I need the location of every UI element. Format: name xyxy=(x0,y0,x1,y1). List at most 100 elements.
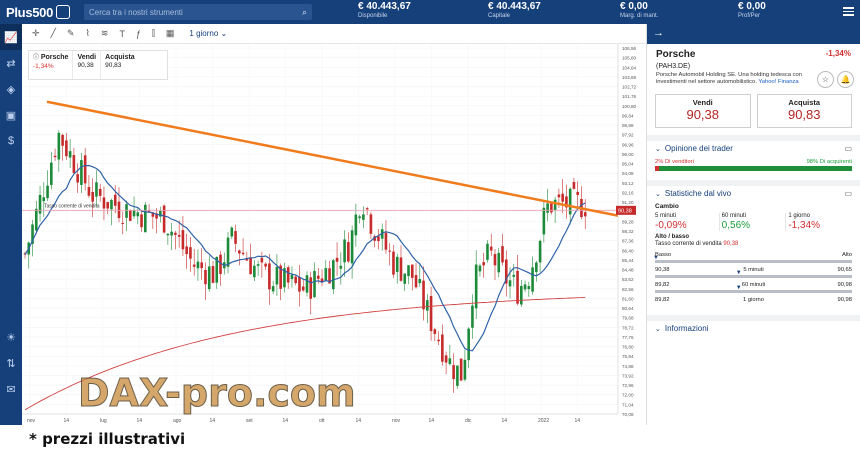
candle-body xyxy=(42,197,46,202)
indicators-icon[interactable]: ƒ xyxy=(136,29,141,39)
price-chart[interactable]: Tasso corrente di vendita 106,56 105,60 10… xyxy=(22,44,646,425)
candle-body xyxy=(429,296,433,332)
range-marker-icon: ▼ xyxy=(735,270,742,277)
candle-body xyxy=(211,266,215,283)
candle-body xyxy=(68,151,72,158)
candle-body xyxy=(260,257,264,263)
x-tick-label: ott xyxy=(319,418,325,424)
y-tick-label: 103,68 xyxy=(622,75,636,80)
sell-button[interactable]: Vendi 90,38 xyxy=(655,94,751,129)
pattern-tool-icon[interactable]: ⌇ xyxy=(86,28,90,39)
chat-icon[interactable]: ✉ xyxy=(0,376,22,402)
candle-body xyxy=(192,264,196,267)
x-tick-label: 14 xyxy=(283,418,289,424)
y-tick-label: 77,76 xyxy=(622,335,634,340)
timeframe-select[interactable]: 1 giorno ⌄ xyxy=(189,29,227,38)
text-tool-icon[interactable]: T xyxy=(119,29,125,39)
rate-label: Tasso corrente di vendita 90,38 xyxy=(655,241,739,248)
expand-arrow-icon[interactable]: → xyxy=(653,27,664,39)
search-input[interactable]: Cerca tra i nostri strumenti ⌕ xyxy=(84,4,312,20)
pencil-tool-icon[interactable]: ✎ xyxy=(67,28,75,39)
candle-body xyxy=(313,270,316,298)
candle-body xyxy=(305,275,309,293)
infobox-sell[interactable]: Vendi 90,38 xyxy=(73,51,102,79)
menu-icon[interactable] xyxy=(843,7,854,18)
range-labels: Basso Alto xyxy=(655,252,852,259)
info-header[interactable]: ⌄ Informazioni xyxy=(655,324,852,333)
calendar-icon[interactable]: ▦ xyxy=(166,28,175,39)
favorite-star-icon[interactable]: ☆ xyxy=(817,71,834,88)
stats-info-icon[interactable]: ▭ xyxy=(844,189,852,198)
chart-toolbar: ✛ ╱ ✎ ⌇ ≋ T ƒ ⫿ ▦ 1 giorno ⌄ xyxy=(22,24,646,44)
candle-body xyxy=(253,265,256,278)
alert-bell-icon[interactable]: 🔔 xyxy=(837,71,854,88)
y-tick-label: 91,20 xyxy=(622,200,634,205)
sentiment-header[interactable]: ⌄ Opinione dei trader xyxy=(655,144,852,153)
candle-body xyxy=(369,214,373,234)
orders-nav-icon[interactable]: ◈ xyxy=(0,76,22,102)
theme-icon[interactable]: ☀ xyxy=(0,324,22,350)
current-price-badge-text: 90,38 xyxy=(618,208,632,214)
logo-text: Plus500 xyxy=(6,4,54,20)
y-tick-label: 92,16 xyxy=(622,190,634,195)
candle-body xyxy=(523,284,527,290)
funds-nav-icon[interactable]: $ xyxy=(0,128,22,154)
candle-body xyxy=(535,262,538,273)
candle-body xyxy=(166,233,170,236)
candle-body xyxy=(350,230,354,264)
y-tick-label: 99,84 xyxy=(622,113,634,118)
y-tick-label: 101,76 xyxy=(622,94,636,99)
candle-body xyxy=(501,246,504,263)
logo[interactable]: Plus500 xyxy=(0,5,84,20)
candle-body xyxy=(125,204,128,218)
positions-nav-icon[interactable]: ⇄ xyxy=(0,50,22,76)
fib-tool-icon[interactable]: ≋ xyxy=(101,28,109,39)
y-tick-label: 93,12 xyxy=(622,181,634,186)
info-circle-icon[interactable]: ⓘ xyxy=(33,55,39,61)
range-5min: 90,38 5 minuti 90,65 xyxy=(655,267,852,274)
candle-body xyxy=(527,286,531,290)
candle-body xyxy=(395,256,399,272)
source-link[interactable]: Yahoo! Finanza xyxy=(758,79,798,85)
y-tick-label: 75,84 xyxy=(622,354,634,359)
candle-body xyxy=(117,201,121,219)
candle-body xyxy=(298,277,301,292)
live-stats-header[interactable]: ⌄ Statistiche dal vivo xyxy=(655,189,852,198)
buy-button[interactable]: Acquista 90,83 xyxy=(756,94,852,129)
infobox-name: ⓘ Porsche -1,34% xyxy=(29,51,74,79)
instrument-change: -1,34% xyxy=(825,49,851,58)
candle-body xyxy=(144,204,147,233)
candle-body xyxy=(482,262,486,266)
buyers-label: 98% Di acquirenti xyxy=(806,159,852,166)
portfolio-nav-icon[interactable]: ▣ xyxy=(0,102,22,128)
logo-mark-icon xyxy=(56,5,71,19)
infobox-buy[interactable]: Acquista 90,83 xyxy=(101,51,139,79)
chart-nav-icon[interactable]: 📈 xyxy=(0,24,22,50)
y-tick-label: 106,56 xyxy=(622,46,636,51)
sentiment-info-icon[interactable]: ▭ xyxy=(844,144,852,153)
candle-body xyxy=(159,210,162,217)
y-tick-label: 81,60 xyxy=(622,296,634,301)
candle-body xyxy=(290,274,294,280)
crosshair-tool-icon[interactable]: ✛ xyxy=(32,28,40,39)
candle-body xyxy=(516,270,519,304)
x-tick-label: 14 xyxy=(502,418,508,424)
candle-body xyxy=(467,328,470,361)
line-tool-icon[interactable]: ╱ xyxy=(51,28,56,39)
candle-body xyxy=(471,305,474,328)
candle-body xyxy=(38,194,42,214)
candle-body xyxy=(80,160,83,185)
candle-body xyxy=(557,194,561,198)
chart-svg[interactable]: Tasso corrente di vendita 106,56105,6010… xyxy=(22,44,646,425)
candle-body xyxy=(414,275,418,288)
candle-body xyxy=(392,251,395,275)
candle-body xyxy=(34,208,38,231)
chart-type-icon[interactable]: ⫿ xyxy=(152,28,155,39)
x-tick-label: 14 xyxy=(137,418,143,424)
switch-icon[interactable]: ⇅ xyxy=(0,350,22,376)
candle-body xyxy=(384,232,388,250)
y-tick-label: 88,32 xyxy=(622,229,634,234)
y-tick-label: 104,64 xyxy=(622,65,636,70)
candle-body xyxy=(358,216,361,219)
candle-body xyxy=(204,269,207,285)
